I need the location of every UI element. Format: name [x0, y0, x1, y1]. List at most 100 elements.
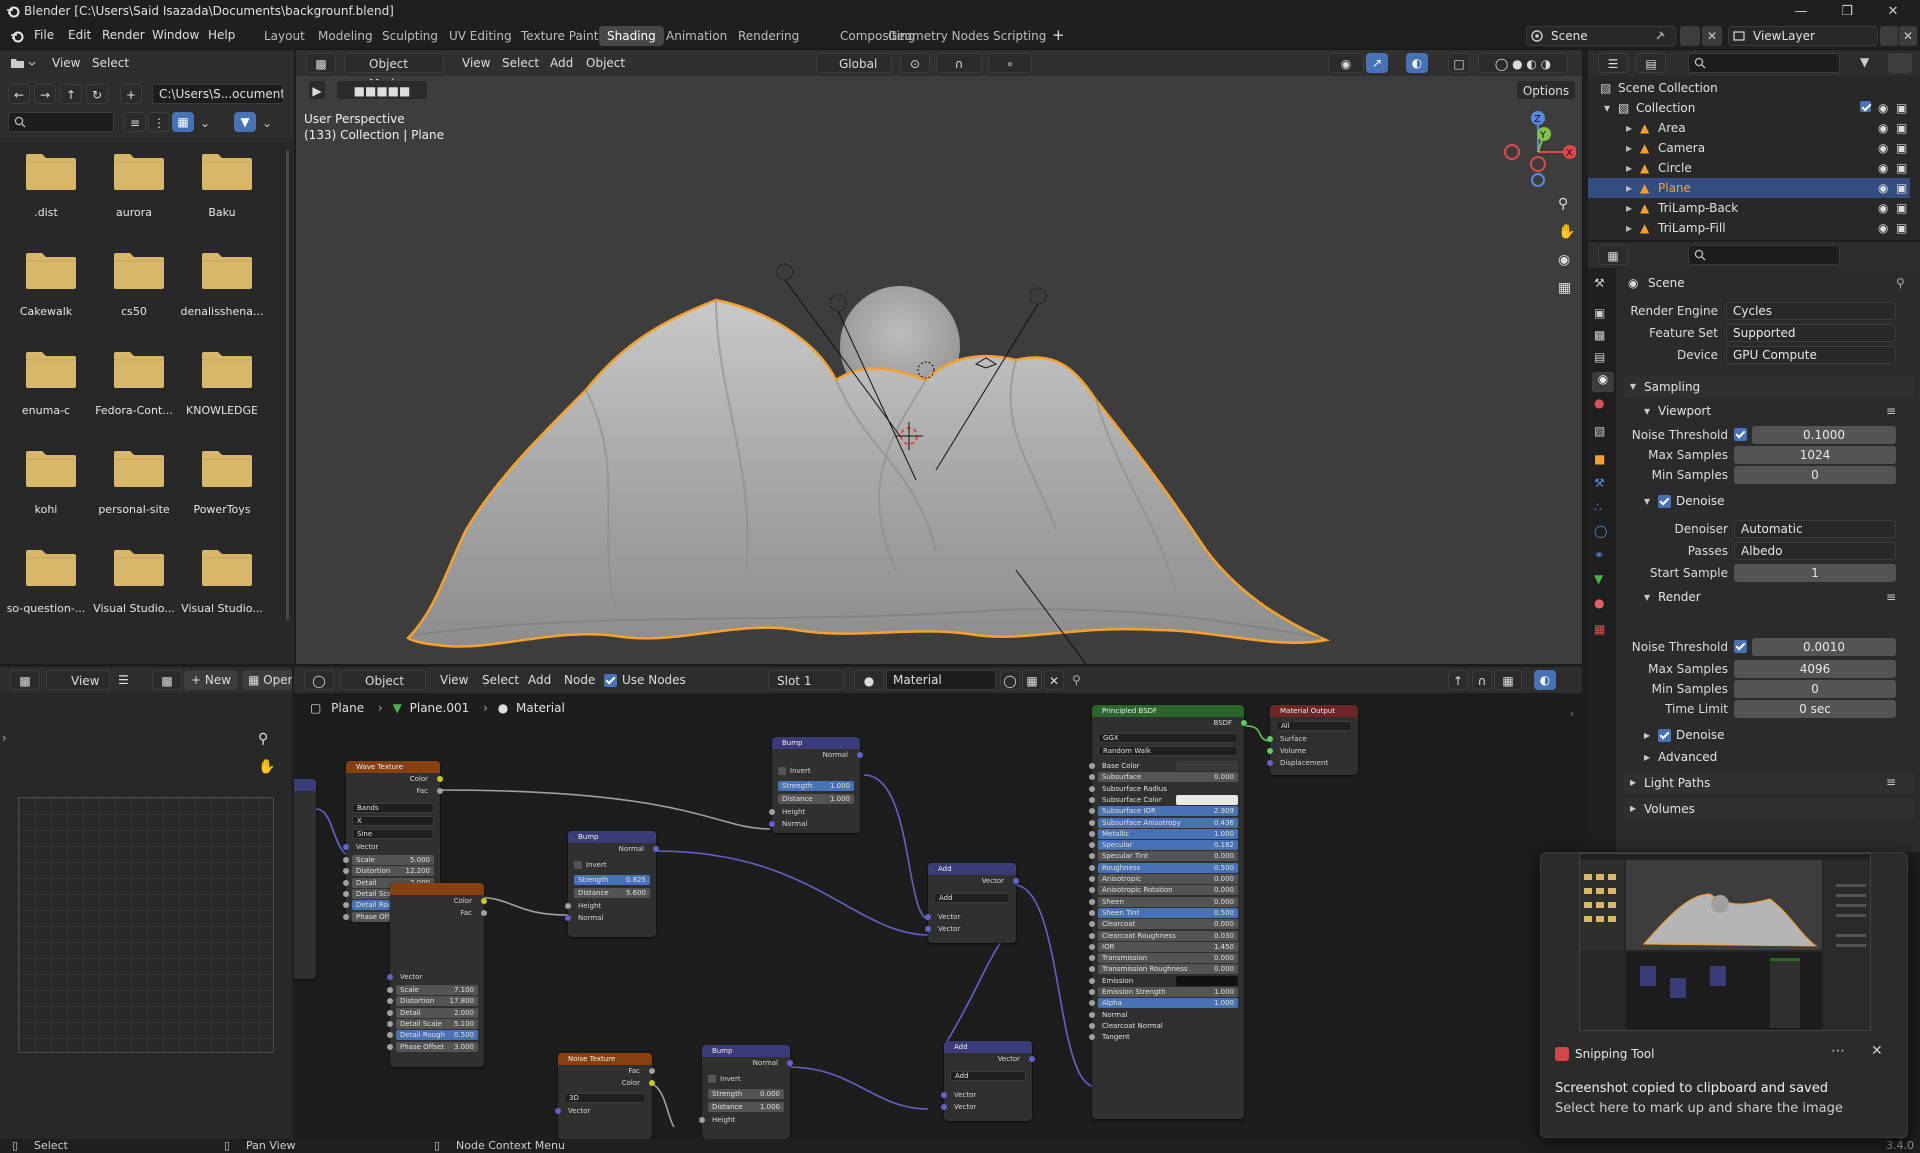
tool-tab-icon[interactable]: ⚒ [1594, 276, 1605, 290]
node-input-field[interactable]: Scale 5.000 [352, 855, 434, 865]
filter-icon[interactable]: ▼ [1860, 55, 1869, 69]
snipping-tool-notification[interactable]: Snipping Tool ⋯ ✕ Screenshot copied to c… [1540, 852, 1908, 1138]
camera-render-icon[interactable]: ▣ [1896, 201, 1907, 215]
view-mode-selector[interactable]: View [46, 670, 110, 690]
material-tab-icon[interactable]: ● [1594, 596, 1604, 610]
filter-settings-chevron-icon[interactable]: ⌄ [262, 116, 272, 130]
input-socket[interactable] [387, 1043, 393, 1050]
node-input-field[interactable]: Subsurface IOR 2.909 [1098, 806, 1238, 817]
socket-normal-in[interactable] [769, 821, 775, 827]
input-socket[interactable] [343, 879, 349, 886]
operation-dropdown[interactable]: Add [934, 893, 1010, 903]
pan-hand-icon[interactable]: ✋ [258, 759, 275, 775]
data-tab-icon[interactable]: ▼ [1594, 572, 1603, 586]
back-button[interactable]: ← [8, 84, 30, 104]
folder-item[interactable]: so-question-... [6, 534, 86, 620]
render-denoise-subpanel[interactable]: ▸ Denoise [1638, 726, 1914, 746]
node-input-field[interactable]: Subsurface Anisotropy 0.436 [1098, 817, 1238, 828]
list-menu-icon[interactable]: ≡ [1886, 775, 1896, 789]
camera-render-icon[interactable]: ▣ [1896, 141, 1907, 155]
input-socket[interactable] [343, 902, 349, 909]
input-socket[interactable] [1089, 966, 1095, 973]
viewport-max-samples-field[interactable]: 1024 [1734, 446, 1896, 464]
socket-displacement-in[interactable] [1267, 760, 1273, 766]
folder-item[interactable]: KNOWLEDGE [182, 336, 262, 422]
sampling-panel-header[interactable]: ▾ Sampling [1624, 376, 1914, 398]
list-menu-icon[interactable]: ≡ [1886, 590, 1896, 604]
device-dropdown[interactable]: GPU Compute [1726, 346, 1896, 364]
tab-geometry-nodes[interactable]: Geometry Nodes [880, 26, 997, 46]
input-socket[interactable] [1089, 943, 1095, 950]
eye-icon[interactable]: ◉ [1878, 221, 1888, 235]
node-input-field[interactable]: Detail Rough 0.500 [396, 1030, 478, 1041]
advanced-subpanel[interactable]: ▸ Advanced [1638, 748, 1914, 768]
pin-icon[interactable]: ⚲ [1896, 276, 1905, 290]
socket-height-in[interactable] [769, 809, 775, 815]
outliner-collection[interactable]: ▾ ▧ Collection ◉ ▣ [1588, 98, 1910, 118]
dimensions-dropdown[interactable]: 3D [564, 1093, 646, 1103]
menu-edit[interactable]: Edit [68, 28, 91, 42]
socket-normal-out[interactable] [857, 752, 863, 758]
expand-arrow-icon[interactable]: ▾ [1604, 101, 1610, 115]
node-input-field[interactable]: Transmission 0.000 [1098, 953, 1238, 964]
create-directory-button[interactable]: + [120, 84, 142, 104]
close-button[interactable]: ✕ [1870, 0, 1916, 22]
node-input-field[interactable]: Sheen 0.000 [1098, 896, 1238, 907]
socket-color-out[interactable] [437, 776, 443, 782]
tab-animation[interactable]: Animation [658, 26, 735, 46]
socket-vector-in[interactable] [387, 974, 393, 980]
node-input-field[interactable]: Metallic 1.000 [1098, 828, 1238, 839]
expand-arrow-icon[interactable]: ▸ [1626, 181, 1632, 195]
node-input-field[interactable]: Scale 7.100 [396, 985, 478, 995]
distance-field[interactable]: Distance 5.600 [574, 888, 650, 898]
node-input-field[interactable]: Clearcoat Roughness 0.030 [1098, 930, 1238, 941]
forward-button[interactable]: → [34, 84, 56, 104]
target-dropdown[interactable]: All [1276, 721, 1352, 731]
start-sample-field[interactable]: 1 [1734, 564, 1896, 582]
collection-tab-icon[interactable]: ▧ [1594, 424, 1605, 438]
path-field[interactable]: C:\Users\S...ocuments\ [152, 84, 284, 104]
zoom-icon[interactable]: ⚲ [258, 731, 268, 747]
strength-field[interactable]: Strength 0.000 [708, 1089, 784, 1099]
object-tab-icon[interactable]: ■ [1594, 452, 1605, 466]
filter-icon[interactable]: ▼ [234, 112, 256, 132]
blender-menu-icon[interactable] [10, 29, 24, 43]
folder-item[interactable]: Fedora-Cont... [94, 336, 174, 422]
input-socket[interactable] [343, 890, 349, 897]
input-socket[interactable] [1089, 1000, 1095, 1007]
tab-uv-editing[interactable]: UV Editing [441, 26, 520, 46]
texture-tab-icon[interactable]: ▦ [1594, 622, 1605, 636]
node-principled-bsdf[interactable]: Principled BSDF BSDF GGX Random Walk Bas… [1089, 705, 1247, 1119]
node-vector-add-2[interactable]: Add Vector Add Vector Vector [941, 1041, 1035, 1121]
maximize-button[interactable]: ❐ [1824, 0, 1870, 22]
eye-icon[interactable]: ◉ [1878, 181, 1888, 195]
tab-sculpting[interactable]: Sculpting [374, 26, 446, 46]
render-denoise-checkbox[interactable] [1658, 729, 1671, 742]
node-input-field[interactable]: Normal [1098, 1010, 1238, 1020]
socket-vector-in-2[interactable] [925, 926, 931, 932]
expand-arrow-icon[interactable]: ▸ [1626, 161, 1632, 175]
navigation-gizmo[interactable]: Z X Y [1496, 108, 1576, 188]
socket-bsdf-out[interactable] [1241, 720, 1247, 726]
tab-modeling[interactable]: Modeling [310, 26, 381, 46]
node-input-field[interactable]: Clearcoat 0.000 [1098, 919, 1238, 930]
more-options-icon[interactable]: ⋯ [1831, 1043, 1845, 1059]
socket-vector-out[interactable] [1029, 1056, 1035, 1062]
input-socket[interactable] [1089, 1011, 1095, 1018]
minimize-button[interactable]: — [1778, 0, 1824, 22]
menu-file[interactable]: File [34, 28, 54, 42]
input-socket[interactable] [1089, 1022, 1095, 1029]
input-socket[interactable] [1089, 921, 1095, 928]
socket-vector-in[interactable] [555, 1108, 561, 1114]
light-paths-panel[interactable]: ▸ Light Paths ≡ [1624, 772, 1914, 794]
node-input-field[interactable]: Specular 0.182 [1098, 840, 1238, 851]
socket-normal-out[interactable] [653, 846, 659, 852]
socket-fac-out[interactable] [437, 788, 443, 794]
outliner-item-area[interactable]: ▸ ▲ Area ◉ ▣ [1588, 118, 1910, 138]
input-socket[interactable] [1089, 819, 1095, 826]
render-min-samples-field[interactable]: 0 [1734, 680, 1896, 698]
node-input-field[interactable]: IOR 1.450 [1098, 941, 1238, 952]
zoom-icon[interactable]: ⚲ [1558, 196, 1578, 216]
properties-search-input[interactable] [1688, 245, 1840, 265]
outliner-item-trilamp-back[interactable]: ▸ ▲ TriLamp-Back ◉ ▣ [1588, 198, 1910, 218]
